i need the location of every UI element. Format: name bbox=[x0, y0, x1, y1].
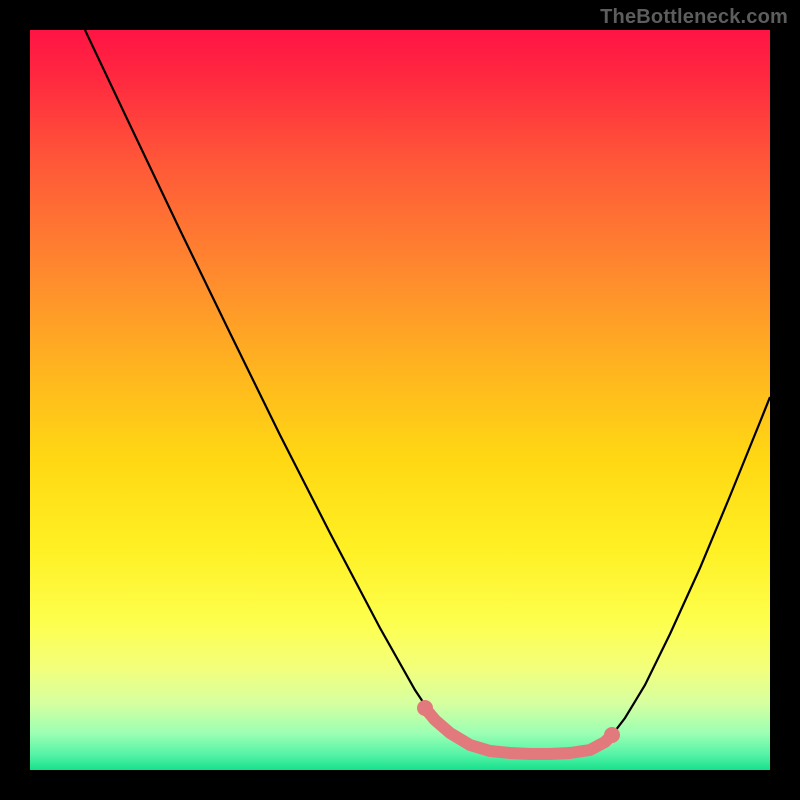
curve-layer bbox=[30, 30, 770, 770]
attribution-text: TheBottleneck.com bbox=[600, 6, 788, 29]
marker-right-end bbox=[604, 727, 620, 743]
chart-frame: TheBottleneck.com bbox=[0, 0, 800, 800]
right-curve bbox=[560, 397, 770, 754]
plot-area bbox=[30, 30, 770, 770]
bottom-marker-line bbox=[425, 708, 612, 754]
left-curve bbox=[85, 30, 560, 754]
marker-left-end bbox=[417, 700, 433, 716]
